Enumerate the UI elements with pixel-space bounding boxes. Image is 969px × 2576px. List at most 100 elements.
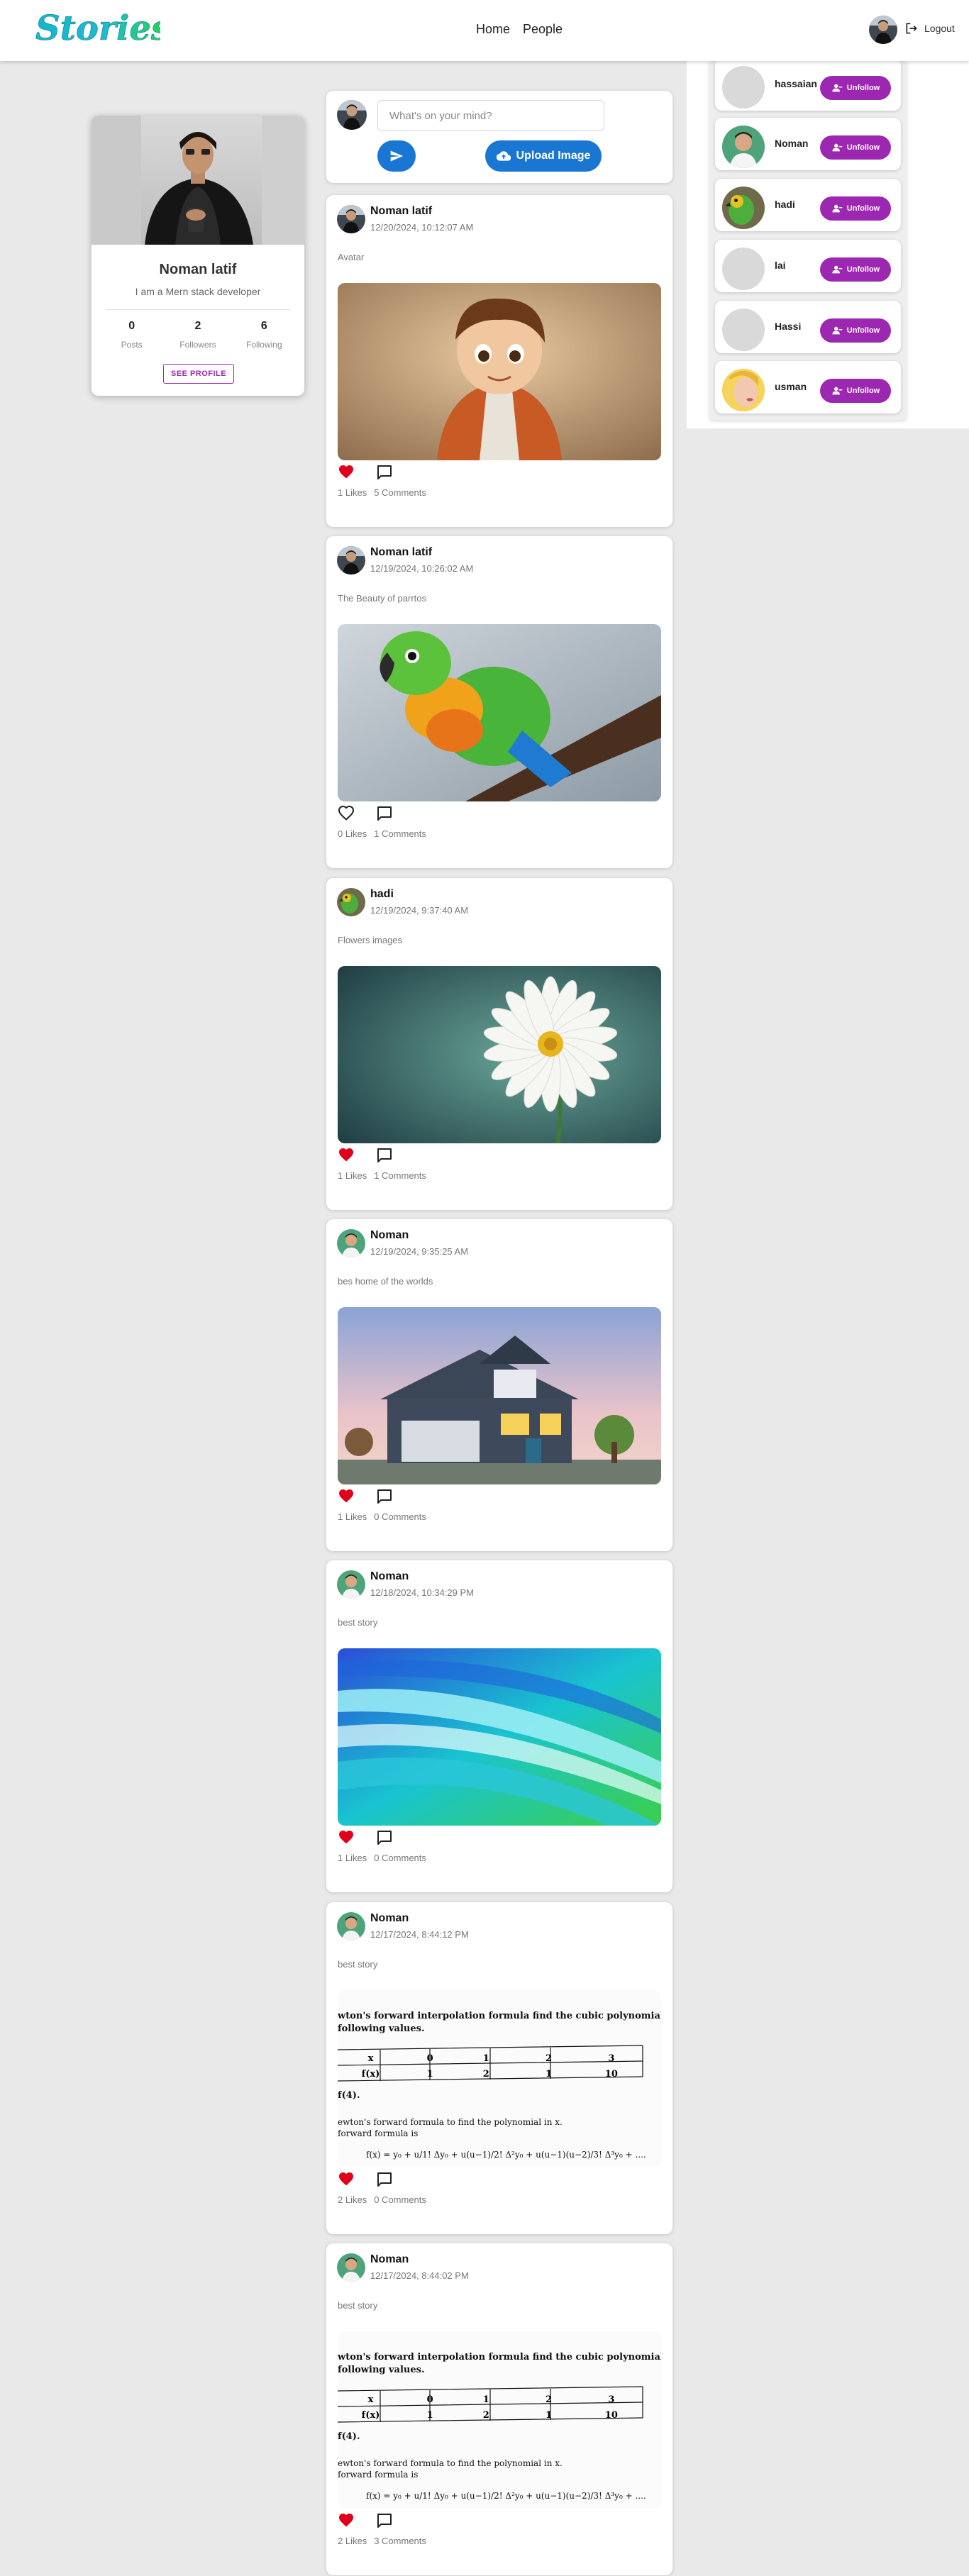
post-image[interactable] xyxy=(338,1307,661,1484)
upload-image-button[interactable]: Upload Image xyxy=(485,140,602,172)
profile-card: Noman latif I am a Mern stack developer … xyxy=(92,116,304,396)
like-count: 2 Likes xyxy=(338,2536,367,2546)
unfollow-label: Unfollow xyxy=(846,84,880,92)
unfollow-label: Unfollow xyxy=(846,143,880,152)
comment-count[interactable]: 5 Comments xyxy=(374,487,426,498)
post-author-name[interactable]: Noman xyxy=(370,2253,409,2266)
math-table-cell: f(x) xyxy=(362,2069,380,2080)
following-avatar[interactable] xyxy=(722,187,765,229)
comment-count[interactable]: 3 Comments xyxy=(374,2536,426,2546)
post-caption: bes home of the worlds xyxy=(338,1276,433,1287)
post-author-name[interactable]: Noman xyxy=(370,1912,409,1925)
comment-icon[interactable] xyxy=(376,1829,393,1846)
stat-followers: 2 Followers xyxy=(170,320,226,350)
math-table-cell: 1 xyxy=(546,2410,552,2421)
stat-following-value: 6 xyxy=(260,320,267,332)
stat-followers-value: 2 xyxy=(194,320,201,332)
post-image[interactable]: wton's forward interpolation formula fin… xyxy=(338,1990,661,2167)
unfollow-label: Unfollow xyxy=(846,204,880,213)
profile-bio: I am a Mern stack developer xyxy=(135,286,261,297)
unfollow-button[interactable]: Unfollow xyxy=(820,257,891,282)
comment-icon[interactable] xyxy=(376,464,393,481)
post-date: 12/17/2024, 8:44:02 PM xyxy=(370,2270,469,2281)
post-date: 12/19/2024, 10:26:02 AM xyxy=(370,563,474,574)
post-author-avatar[interactable] xyxy=(337,205,365,233)
heart-filled-icon[interactable] xyxy=(338,463,355,480)
comment-icon[interactable] xyxy=(376,1488,393,1505)
top-app-bar: Stories Home People Logout xyxy=(0,0,969,61)
composer-text-input[interactable] xyxy=(377,100,604,131)
unfollow-button[interactable]: Unfollow xyxy=(820,76,891,100)
comment-count[interactable]: 1 Comments xyxy=(374,1170,426,1181)
post-image[interactable] xyxy=(338,966,661,1143)
comment-icon[interactable] xyxy=(376,1147,393,1164)
nav-home-link[interactable]: Home xyxy=(476,22,510,37)
post-image[interactable] xyxy=(338,624,661,801)
following-name[interactable]: hassaian xyxy=(775,78,817,89)
following-avatar[interactable] xyxy=(722,369,765,411)
stat-posts-label: Posts xyxy=(121,340,143,350)
math-table-cell: 1 xyxy=(427,2410,433,2421)
comment-count[interactable]: 0 Comments xyxy=(374,1511,426,1522)
post-caption: best story xyxy=(338,1617,378,1628)
heart-filled-icon[interactable] xyxy=(338,2170,355,2187)
post-author-name[interactable]: Noman xyxy=(370,1570,409,1583)
stories-logo[interactable]: Stories xyxy=(33,4,160,54)
send-button[interactable] xyxy=(377,140,416,172)
unfollow-label: Unfollow xyxy=(846,387,880,395)
heart-outline-icon[interactable] xyxy=(338,804,355,821)
cloud-upload-icon xyxy=(496,151,511,161)
following-avatar[interactable] xyxy=(722,248,765,290)
math-body-line2: forward formula is xyxy=(338,2470,418,2480)
comment-count[interactable]: 1 Comments xyxy=(374,828,426,839)
following-name[interactable]: hadi xyxy=(775,199,795,210)
comment-icon[interactable] xyxy=(376,2512,393,2529)
comment-count[interactable]: 0 Comments xyxy=(374,2194,426,2205)
following-name[interactable]: Hassi xyxy=(775,321,801,332)
logout-button[interactable]: Logout xyxy=(904,21,955,35)
following-avatar[interactable] xyxy=(722,66,765,109)
math-table-cell: x xyxy=(368,2394,374,2405)
heart-filled-icon[interactable] xyxy=(338,1487,355,1504)
post-author-avatar[interactable] xyxy=(337,1912,365,1941)
post-counts: 2 Likes 3 Comments xyxy=(338,2536,426,2546)
person-remove-icon xyxy=(831,264,843,275)
heart-filled-icon[interactable] xyxy=(338,1146,355,1163)
post-image[interactable]: wton's forward interpolation formula fin… xyxy=(338,2331,661,2509)
following-name[interactable]: lai xyxy=(775,260,786,271)
math-title-line2: following values. xyxy=(338,2023,425,2034)
unfollow-button[interactable]: Unfollow xyxy=(820,196,891,221)
unfollow-button[interactable]: Unfollow xyxy=(820,318,891,343)
following-avatar[interactable] xyxy=(722,309,765,351)
see-profile-button[interactable]: SEE PROFILE xyxy=(163,364,234,384)
comment-count[interactable]: 0 Comments xyxy=(374,1853,426,1863)
post-author-avatar[interactable] xyxy=(337,2253,365,2282)
unfollow-button[interactable]: Unfollow xyxy=(820,379,891,403)
post-author-name[interactable]: hadi xyxy=(370,888,394,901)
math-table-cell: 10 xyxy=(605,2410,618,2421)
comment-icon[interactable] xyxy=(376,805,393,822)
following-name[interactable]: usman xyxy=(775,381,807,392)
nav-people-link[interactable]: People xyxy=(523,22,563,37)
math-table-cell: 1 xyxy=(483,2053,489,2064)
math-table-cell: 1 xyxy=(427,2069,433,2080)
heart-filled-icon[interactable] xyxy=(338,2511,355,2528)
following-name[interactable]: Noman xyxy=(775,138,808,149)
unfollow-button[interactable]: Unfollow xyxy=(820,135,891,160)
comment-icon[interactable] xyxy=(376,2171,393,2188)
post-image[interactable] xyxy=(338,283,661,460)
person-remove-icon xyxy=(831,82,843,94)
post-author-avatar[interactable] xyxy=(337,888,365,916)
post-image[interactable] xyxy=(338,1648,661,1826)
post-author-avatar[interactable] xyxy=(337,1570,365,1599)
following-avatar[interactable] xyxy=(722,126,765,168)
post-author-avatar[interactable] xyxy=(337,546,365,574)
post-author-name[interactable]: Noman xyxy=(370,1229,409,1242)
post-author-avatar[interactable] xyxy=(337,1229,365,1258)
heart-filled-icon[interactable] xyxy=(338,1828,355,1845)
header-avatar[interactable] xyxy=(869,16,897,44)
following-item: Noman Unfollow xyxy=(715,118,901,170)
post-author-name[interactable]: Noman latif xyxy=(370,205,432,218)
math-body-line2: forward formula is xyxy=(338,2128,418,2138)
post-author-name[interactable]: Noman latif xyxy=(370,546,432,559)
